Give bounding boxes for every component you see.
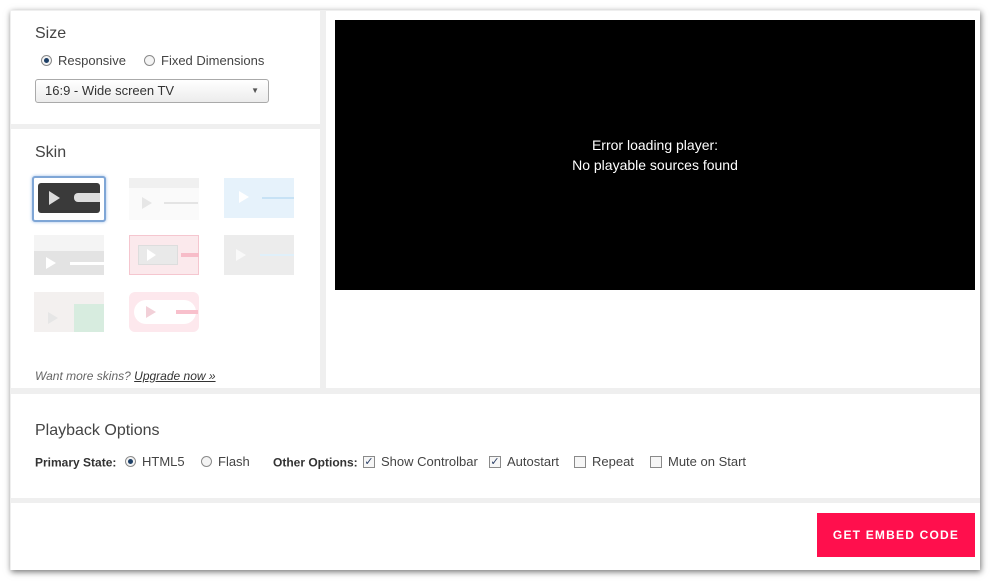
mute-on-start-option[interactable]: Mute on Start: [650, 453, 746, 469]
embed-configurator: Size Responsive Fixed Dimensions 16:9 - …: [10, 10, 980, 570]
responsive-radio[interactable]: [41, 55, 52, 67]
playback-options-panel: Playback Options Primary State: HTML5 Fl…: [11, 394, 980, 498]
size-title: Size: [35, 25, 67, 42]
repeat-checkbox[interactable]: [574, 455, 586, 468]
fixed-dimensions-option[interactable]: Fixed Dimensions: [144, 52, 264, 68]
get-embed-code-button[interactable]: GET EMBED CODE: [817, 513, 975, 557]
autostart-checkbox[interactable]: ✓: [489, 455, 501, 468]
repeat-label: Repeat: [592, 454, 634, 470]
other-options-label: Other Options:: [273, 455, 358, 470]
upgrade-note: Want more skins? Upgrade now »: [35, 369, 216, 383]
aspect-ratio-value: 16:9 - Wide screen TV: [45, 83, 175, 98]
primary-state-label: Primary State:: [35, 455, 117, 470]
repeat-option[interactable]: Repeat: [574, 453, 634, 469]
flash-label: Flash: [218, 454, 250, 470]
aspect-ratio-select[interactable]: 16:9 - Wide screen TV ▼: [35, 79, 269, 103]
player-error-detail: No playable sources found: [572, 157, 738, 173]
mute-on-start-label: Mute on Start: [668, 454, 747, 470]
flash-radio[interactable]: [201, 456, 212, 468]
upgrade-link[interactable]: Upgrade now »: [134, 369, 215, 383]
skin-panel: Skin Want more skins? Upgrade now »: [11, 129, 320, 388]
playback-title: Playback Options: [35, 422, 160, 439]
show-controlbar-option[interactable]: ✓ Show Controlbar: [363, 453, 478, 469]
skin-option-dark[interactable]: [32, 176, 106, 222]
skin-option-red[interactable]: [129, 235, 199, 277]
html5-radio[interactable]: [125, 456, 136, 468]
html5-label: HTML5: [142, 454, 185, 470]
skin-option-blue[interactable]: [224, 178, 294, 220]
player-preview-panel: Error loading player: No playable source…: [326, 11, 980, 388]
chevron-down-icon: ▼: [251, 86, 259, 95]
upgrade-text: Want more skins?: [35, 369, 131, 383]
footer-bar: GET EMBED CODE: [11, 503, 980, 570]
responsive-label: Responsive: [58, 53, 126, 69]
fixed-dimensions-label: Fixed Dimensions: [161, 53, 265, 69]
mute-on-start-checkbox[interactable]: [650, 455, 662, 468]
show-controlbar-checkbox[interactable]: ✓: [363, 455, 375, 468]
fixed-dimensions-radio[interactable]: [144, 55, 155, 67]
flash-option[interactable]: Flash: [201, 453, 250, 469]
size-panel: Size Responsive Fixed Dimensions 16:9 - …: [11, 11, 320, 124]
autostart-label: Autostart: [507, 454, 560, 470]
html5-option[interactable]: HTML5: [125, 453, 185, 469]
skin-option-gray[interactable]: [34, 235, 104, 277]
skin-option-green[interactable]: [34, 292, 104, 334]
autostart-option[interactable]: ✓ Autostart: [489, 453, 559, 469]
video-player[interactable]: Error loading player: No playable source…: [335, 20, 975, 290]
skin-title: Skin: [35, 144, 67, 161]
responsive-option[interactable]: Responsive: [41, 52, 126, 68]
skin-option-light[interactable]: [129, 178, 199, 220]
skin-option-silver[interactable]: [224, 235, 294, 277]
other-options-label-wrap: Other Options:: [273, 454, 358, 470]
primary-state-label-wrap: Primary State:: [35, 454, 116, 470]
skin-option-pink[interactable]: [129, 292, 199, 334]
show-controlbar-label: Show Controlbar: [381, 454, 478, 470]
player-error-title: Error loading player:: [591, 137, 719, 153]
